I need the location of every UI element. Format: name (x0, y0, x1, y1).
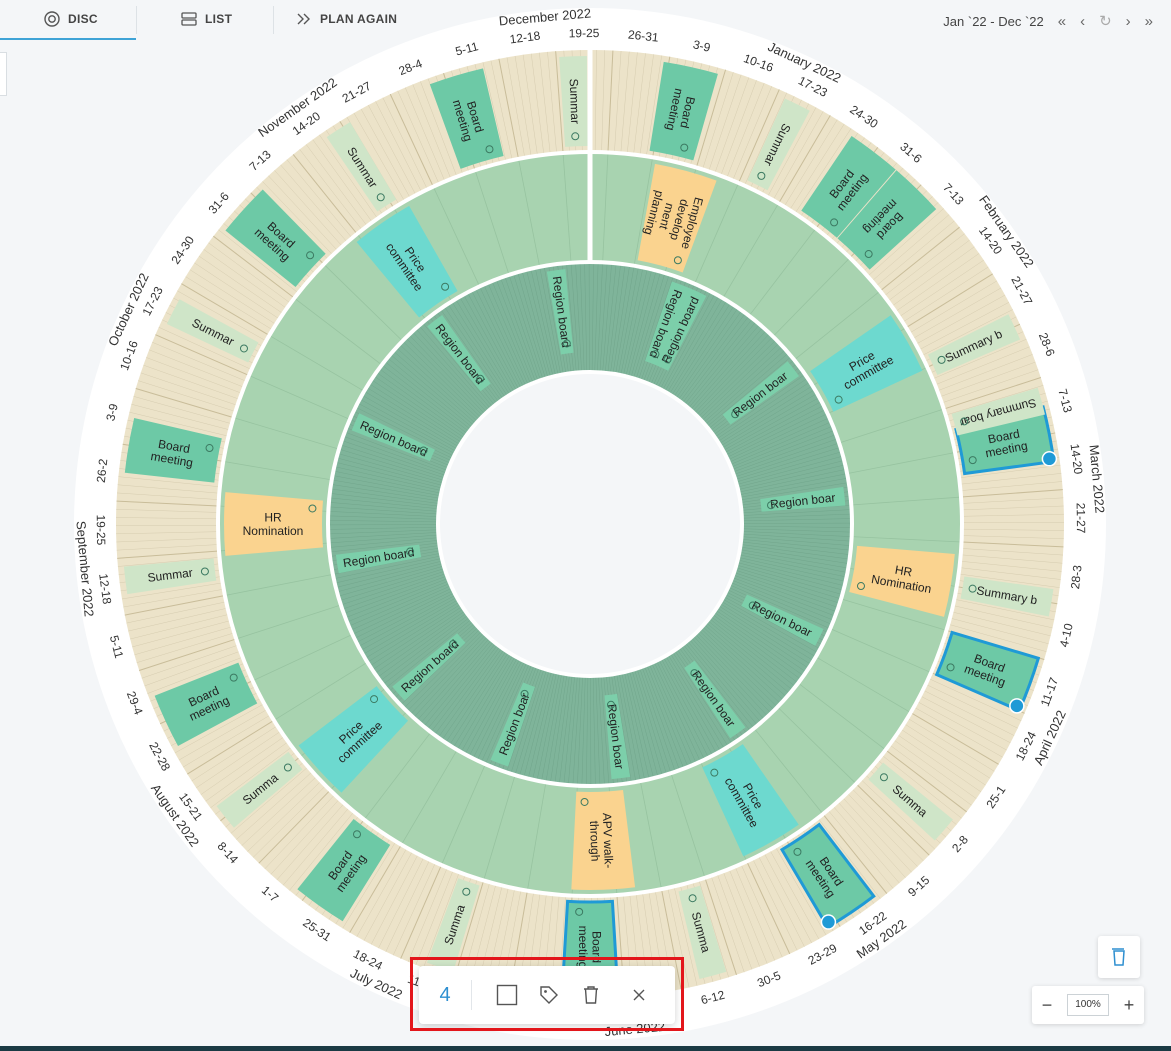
selected-count: 4 (439, 983, 451, 1006)
week-label: 19-25 (94, 514, 108, 545)
zoom-control: − 100% + (1032, 986, 1144, 1024)
status-bar (0, 1046, 1171, 1051)
event-label[interactable]: Summar (567, 78, 583, 124)
annual-wheel: 3-910-1617-2324-3031-67-1314-2021-2728-6… (73, 5, 1108, 1040)
week-label: 21-27 (1074, 503, 1088, 534)
toolbar-divider (471, 980, 472, 1010)
copy-icon (1110, 947, 1128, 967)
disc-center (436, 370, 744, 678)
checkbox-icon (496, 984, 518, 1006)
event-label[interactable]: Boardmeeting (576, 926, 603, 969)
event-label[interactable]: APV walk-through (587, 813, 616, 869)
selected-check-icon (1041, 451, 1058, 467)
select-checkbox-button[interactable] (486, 975, 528, 1015)
close-icon (633, 989, 645, 1001)
week-label: 26-2 (94, 458, 111, 484)
tag-button[interactable] (528, 975, 570, 1015)
trash-icon (584, 986, 598, 1004)
week-label: 28-3 (1068, 564, 1085, 590)
delete-button[interactable] (570, 975, 612, 1015)
tag-icon (540, 986, 558, 1004)
selection-toolbar: 4 (419, 966, 675, 1024)
copy-button[interactable] (1098, 936, 1140, 978)
close-selection-button[interactable] (618, 975, 660, 1015)
zoom-out-button[interactable]: − (1037, 995, 1057, 1016)
selected-check-icon (1009, 698, 1025, 714)
selected-check-icon (820, 914, 837, 930)
zoom-in-button[interactable]: + (1119, 995, 1139, 1016)
week-label: 19-25 (569, 26, 600, 40)
zoom-level[interactable]: 100% (1067, 994, 1109, 1016)
